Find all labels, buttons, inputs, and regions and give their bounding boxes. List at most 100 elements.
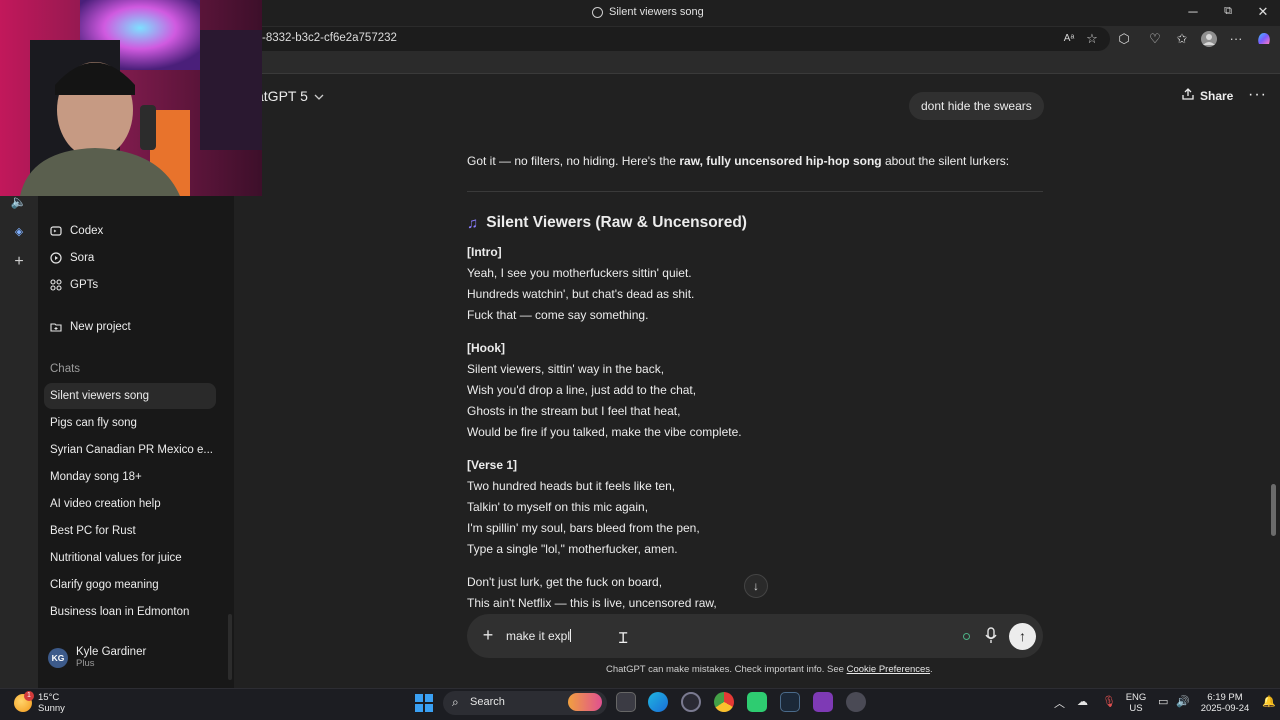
close-button[interactable]: ✕ — [1248, 4, 1278, 20]
divider — [467, 191, 1043, 192]
user-plan: Plus — [76, 658, 95, 669]
cookie-preferences-link[interactable]: Cookie Preferences — [847, 664, 930, 675]
nav-codex-label: Codex — [70, 225, 104, 237]
lyric-line: Fuck that — come say something. — [467, 308, 649, 322]
nav-gpts-label: GPTs — [70, 279, 99, 291]
weather-sun-icon: 1 — [14, 691, 34, 712]
screen: Silent viewers song ─ ⧉ ✕ -8332-b3c2-cf6… — [0, 0, 1280, 720]
windows-logo-pane — [415, 704, 423, 712]
search-icon: ⌕ — [452, 695, 459, 709]
lyric-line: Don't just lurk, get the fuck on board, — [467, 575, 663, 589]
gpts-icon — [50, 279, 62, 291]
section-heading: [Verse 1] — [467, 458, 518, 472]
chrome-icon[interactable] — [714, 692, 734, 712]
read-aloud-icon[interactable]: Aᵃ — [1060, 30, 1078, 48]
main-scrollbar[interactable] — [1271, 484, 1276, 536]
windows-logo-pane — [425, 704, 433, 712]
model-label: atGPT 5 — [256, 88, 308, 104]
chat-item[interactable]: Business loan in Edmonton — [44, 599, 216, 625]
pinned-site-icon[interactable]: ◈ — [10, 223, 28, 241]
mic-muted-icon[interactable]: 🎙 — [1102, 695, 1116, 708]
add-site-icon[interactable]: + — [10, 253, 28, 271]
user-name: Kyle Gardiner — [76, 646, 147, 658]
nav-sora[interactable]: Sora — [50, 246, 94, 270]
chat-item[interactable]: Monday song 18+ — [44, 464, 216, 490]
game-app-icon[interactable] — [813, 692, 833, 712]
nav-gpts[interactable]: GPTs — [50, 273, 98, 297]
windows-logo-icon — [415, 694, 423, 702]
clock[interactable]: 6:19 PM 2025-09-24 — [1196, 692, 1254, 714]
text-caret — [570, 629, 572, 642]
chat-item[interactable]: Pigs can fly song — [44, 410, 216, 436]
lyric-line: Yeah, I see you motherfuckers sittin' qu… — [467, 266, 692, 280]
window-title-text: Silent viewers song — [609, 6, 704, 18]
favorites-icon[interactable]: ✩ — [1173, 30, 1191, 48]
maximize-button[interactable]: ⧉ — [1213, 5, 1243, 18]
scroll-down-button[interactable]: ↓ — [744, 574, 768, 598]
nav-new-project-label: New project — [70, 321, 131, 333]
extensions-icon[interactable]: ⬡ — [1115, 30, 1133, 48]
share-label: Share — [1200, 88, 1234, 103]
section-heading: [Hook] — [467, 341, 505, 355]
lyric-line: Wish you'd drop a line, just add to the … — [467, 383, 697, 397]
task-view-icon[interactable] — [616, 692, 636, 712]
user-message: dont hide the swears — [909, 92, 1044, 120]
chat-item[interactable]: Nutritional values for juice — [44, 545, 216, 571]
settings-more-icon[interactable]: ··· — [1227, 30, 1245, 48]
notification-bell-icon[interactable]: 🔔 — [1262, 695, 1276, 708]
intro-text-end: about the silent lurkers: — [881, 154, 1010, 168]
tray-overflow-icon[interactable]: ︿ — [1054, 695, 1065, 711]
app-icon[interactable] — [681, 692, 701, 712]
copilot-icon[interactable] — [1255, 30, 1273, 48]
weather-temp: 15°C — [38, 692, 60, 703]
network-icon[interactable]: ▭ — [1158, 695, 1168, 708]
user-account[interactable]: KG Kyle Gardiner Plus — [48, 646, 146, 669]
share-button[interactable]: Share — [1182, 88, 1233, 103]
avatar: KG — [48, 647, 68, 668]
chat-item[interactable]: AI video creation help — [44, 491, 216, 517]
song-title: ♫ Silent Viewers (Raw & Uncensored) — [467, 214, 747, 232]
settings-gear-icon[interactable] — [846, 692, 866, 712]
weather-badge: 1 — [24, 691, 34, 701]
more-options-button[interactable]: ··· — [1248, 86, 1267, 104]
chat-item[interactable]: Best PC for Rust — [44, 518, 216, 544]
profile-avatar-icon[interactable] — [1200, 30, 1218, 48]
text-cursor-icon: Ɪ — [619, 629, 628, 647]
disclaimer-end: . — [930, 664, 933, 675]
browser-essentials-icon[interactable]: ♡ — [1146, 30, 1164, 48]
nav-new-project[interactable]: New project — [50, 315, 131, 339]
edge-browser-icon[interactable] — [648, 692, 668, 712]
chat-item[interactable]: Silent viewers song — [44, 383, 216, 409]
section-heading: [Intro] — [467, 245, 502, 259]
lyric-line: Silent viewers, sittin' way in the back, — [467, 362, 665, 376]
status-dot-icon — [963, 633, 970, 640]
weather-widget[interactable]: 1 15°C Sunny — [14, 691, 65, 714]
lyric-line: Two hundred heads but it feels like ten, — [467, 479, 676, 493]
nav-codex[interactable]: Codex — [50, 219, 103, 243]
start-button[interactable] — [415, 694, 433, 712]
page-globe-icon — [592, 6, 603, 18]
clock-time: 6:19 PM — [1207, 692, 1243, 703]
sidebar-scrollbar[interactable] — [228, 614, 232, 680]
disclaimer: ChatGPT can make mistakes. Check importa… — [606, 664, 933, 675]
windows-logo-pane — [425, 694, 433, 702]
messaging-app-icon[interactable] — [747, 692, 767, 712]
add-attachment-button[interactable]: + — [480, 624, 496, 646]
send-button[interactable]: ↑ — [1009, 623, 1036, 650]
language-indicator[interactable]: ENG US — [1125, 692, 1147, 714]
chat-item[interactable]: Syrian Canadian PR Mexico e... — [44, 437, 216, 463]
language-top: ENG — [1125, 692, 1147, 703]
microphone-button[interactable] — [984, 627, 998, 645]
volume-icon[interactable]: 🔊 — [1176, 695, 1190, 708]
url-text[interactable]: -8332-b3c2-cf6e2a757232 — [262, 32, 397, 44]
minimize-button[interactable]: ─ — [1178, 4, 1208, 19]
favorite-star-icon[interactable]: ☆ — [1083, 30, 1101, 48]
codex-icon — [50, 225, 62, 237]
window-title: Silent viewers song — [592, 6, 704, 18]
cloud-icon[interactable]: ☁ — [1077, 695, 1088, 708]
prompt-input[interactable]: make it expl — [506, 629, 572, 643]
model-selector[interactable]: atGPT 5 — [256, 88, 324, 104]
steam-icon[interactable] — [780, 692, 800, 712]
chat-item[interactable]: Clarify gogo meaning — [44, 572, 216, 598]
clock-date: 2025-09-24 — [1200, 703, 1250, 714]
